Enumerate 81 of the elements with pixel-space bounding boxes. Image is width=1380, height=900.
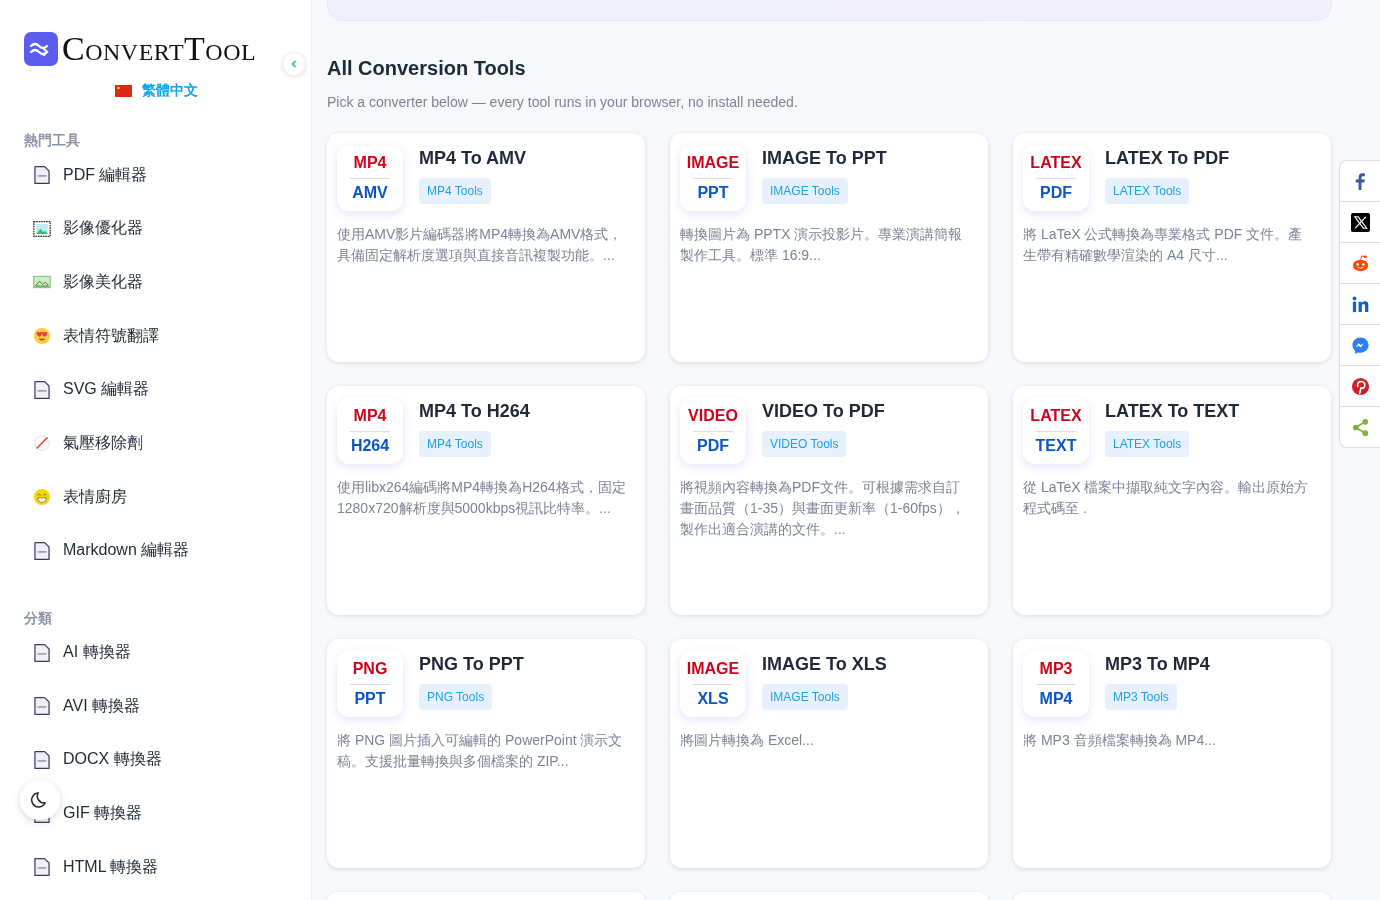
card-title: IMAGE To PPT [762, 148, 887, 169]
format-thumbnail: LATEX TEXT [1023, 398, 1089, 464]
card-description: 將圖片轉換為 Excel... [680, 731, 815, 750]
format-thumbnail: MP4 AMV [337, 145, 403, 211]
format-thumbnail: MP3 MP4 [1023, 651, 1089, 717]
card-description: 轉換圖片為 PPTX 演示投影片。專業演講簡報製作工具。標準 16:9... [680, 225, 964, 265]
tool-card[interactable]: PNG PPT PNG To PPT PNG Tools 將 PNG 圖片插入可編輯的 PowerPoint 演示文稿。支援批量轉換與多個檔案的 ZIP... [327, 639, 645, 868]
card-title: IMAGE To XLS [762, 654, 887, 675]
sidebar-item[interactable]: SVG 編輯器 [33, 377, 150, 402]
format-thumbnail: MP4 H264 [337, 398, 403, 464]
file-icon [33, 858, 51, 877]
category-tag: LATEX Tools [1105, 431, 1190, 457]
file-icon [33, 643, 51, 662]
sidebar-item[interactable]: HTML 轉換器 [33, 855, 159, 880]
format-thumbnail: IMAGE XLS [680, 651, 746, 717]
card-title: MP4 To AMV [419, 148, 526, 169]
file-icon [33, 750, 51, 769]
format-thumbnail: IMAGE PPT [680, 145, 746, 211]
card-description: 使用libx264編碼將MP4轉換為H264格式，固定1280x720解析度與5000kbps視訊比特率。... [337, 478, 627, 518]
card-title: VIDEO To PDF [762, 401, 885, 422]
file-icon [33, 697, 51, 716]
flag-icon [114, 85, 132, 97]
file-icon [33, 541, 51, 560]
file-icon [33, 380, 51, 399]
card-title: LATEX To TEXT [1105, 401, 1240, 422]
sidebar-item[interactable]: AI 轉換器 [33, 640, 131, 665]
card-title: LATEX To PDF [1105, 148, 1230, 169]
sidebar-item[interactable]: AVI 轉換器 [33, 694, 141, 719]
tool-card[interactable]: MP3 MP4 MP3 To MP4 MP3 Tools 將 MP3 音頻檔案轉換為 MP4... [1013, 639, 1331, 868]
card-title: MP4 To H264 [419, 401, 530, 422]
grin-emoji-icon [33, 488, 51, 507]
format-thumbnail: VIDEO PDF [680, 398, 746, 464]
pinterest-icon[interactable] [1350, 376, 1370, 396]
card-description: 將 MP3 音頻檔案轉換為 MP4... [1023, 731, 1217, 750]
sidebar-item[interactable]: PDF 編輯器 [33, 163, 148, 187]
section-heading: 熱門工具 [24, 132, 81, 148]
x-logo-icon[interactable] [1350, 212, 1370, 232]
card-description: 使用AMV影片編碼器將MP4轉換為AMV格式，具備固定解析度選項與直接音訊複製功能。... [337, 225, 624, 265]
tool-card[interactable]: MP4 H264 MP4 To H264 MP4 Tools 使用libx264編碼將MP4轉換為H264格式，固定1280x720解析度與5000kbps視訊比特率。... [327, 386, 645, 615]
category-tag: LATEX Tools [1105, 178, 1190, 204]
logo-text: ConvertTool [62, 30, 257, 68]
sidebar-item[interactable]: Markdown 編輯器 [33, 538, 190, 563]
tool-card[interactable]: IMAGE PPT IMAGE To PPT IMAGE Tools 轉換圖片為 PPTX 演示投影片。專業演講簡報製作工具。標準 16:9... [670, 133, 988, 362]
section-heading: 分類 [24, 609, 53, 626]
sidebar-item[interactable]: DOCX 轉換器 [33, 747, 162, 772]
sidebar-item[interactable]: 表情符號翻譯 [33, 324, 159, 349]
card-title: PNG To PPT [419, 654, 524, 675]
card-description: 從 LaTeX 檔案中擷取純文字內容。輸出原始方程式碼至 . [1023, 478, 1310, 518]
tool-card[interactable]: MP4 AMV MP4 To AMV MP4 Tools 使用AMV影片編碼器將MP4轉換為AMV格式，具備固定解析度選項與直接音訊複製功能。... [327, 133, 645, 362]
category-tag: VIDEO Tools [762, 431, 847, 457]
category-tag: MP4 Tools [419, 178, 491, 204]
sidebar-item[interactable]: 表情廚房 [33, 485, 127, 510]
heart-eyes-emoji-icon [33, 327, 51, 346]
category-tag: PNG Tools [419, 684, 493, 710]
reddit-icon[interactable] [1350, 253, 1370, 273]
category-tag: MP3 Tools [1105, 684, 1177, 710]
linkedin-icon[interactable] [1350, 294, 1370, 314]
card-description: 將 PNG 圖片插入可編輯的 PowerPoint 演示文稿。支援批量轉換與多個檔案的 ZIP... [337, 731, 624, 771]
image-icon [33, 219, 51, 238]
page-title: All Conversion Tools [327, 57, 527, 81]
card-description: 將 LaTeX 公式轉換為專業格式 PDF 文件。產生帶有精確數學渲染的 A4 尺寸... [1023, 225, 1304, 265]
tool-card[interactable]: VIDEO PDF VIDEO To PDF VIDEO Tools 將視頻內容轉換為PDF文件。可根據需求自訂畫面品質（1-35）與畫面更新率（1-60fps），製作出適合演講的文件。... [670, 386, 988, 615]
category-tag: MP4 Tools [419, 431, 491, 457]
sidebar-item[interactable]: 影像美化器 [33, 270, 143, 295]
sidebar-item[interactable]: 氣壓移除劑 [33, 431, 143, 456]
sidebar-item[interactable]: 影像優化器 [33, 216, 143, 241]
chevron-left-icon [289, 59, 299, 69]
format-thumbnail: PNG PPT [337, 651, 403, 717]
category-tag: IMAGE Tools [762, 178, 848, 204]
messenger-icon[interactable] [1350, 335, 1370, 355]
wave-arrow-logo-icon [24, 32, 58, 66]
card-description: 將視頻內容轉換為PDF文件。可根據需求自訂畫面品質（1-35）與畫面更新率（1-60fps），製作出適合演講的文件。... [680, 478, 966, 539]
file-icon [33, 166, 51, 184]
no-entry-icon [33, 434, 51, 453]
tool-card[interactable]: IMAGE XLS IMAGE To XLS IMAGE Tools 將圖片轉換為 Excel... [670, 639, 988, 868]
card-title: MP3 To MP4 [1105, 654, 1210, 675]
tool-card[interactable]: LATEX TEXT LATEX To TEXT LATEX Tools 從 LaTeX 檔案中擷取純文字內容。輸出原始方程式碼至 . [1013, 386, 1331, 615]
page-subtitle: Pick a converter below — every tool runs in your browser, no install needed. [327, 94, 799, 112]
format-thumbnail: LATEX PDF [1023, 145, 1089, 211]
tool-card[interactable]: LATEX PDF LATEX To PDF LATEX Tools 將 LaTeX 公式轉換為專業格式 PDF 文件。產生帶有精確數學渲染的 A4 尺寸... [1013, 133, 1331, 362]
category-tag: IMAGE Tools [762, 684, 848, 710]
